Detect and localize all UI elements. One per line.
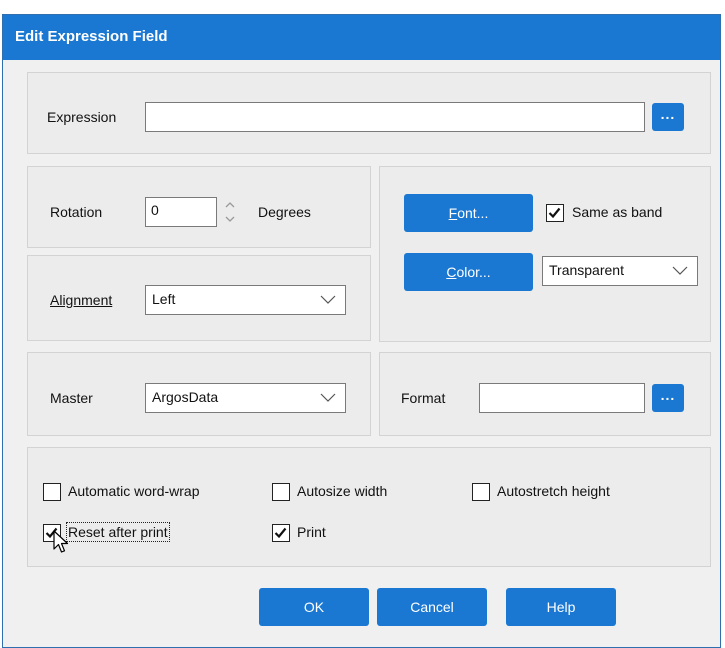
autostretch-height-label[interactable]: Autostretch height (497, 483, 610, 499)
print-checkbox[interactable] (272, 524, 290, 542)
automatic-word-wrap-checkbox[interactable] (43, 483, 61, 501)
chevron-down-icon (320, 393, 336, 402)
font-color-group: Font... Same as band Color... Transparen… (379, 166, 711, 342)
font-button-label: Font... (448, 205, 489, 221)
color-select[interactable]: Transparent (542, 256, 698, 286)
ok-button-label: OK (303, 599, 325, 615)
rotation-label: Rotation (50, 204, 103, 220)
alignment-label-text: Alignment (50, 292, 113, 308)
cancel-button[interactable]: Cancel (377, 588, 487, 626)
master-select-value: ArgosData (152, 389, 219, 405)
color-select-value: Transparent (549, 262, 624, 278)
chevron-down-icon (672, 266, 688, 275)
alignment-select-value: Left (152, 291, 176, 307)
alignment-group: Alignment Left (27, 255, 371, 341)
same-as-band-checkbox[interactable] (546, 204, 564, 222)
font-button[interactable]: Font... (404, 194, 533, 232)
spin-up-icon[interactable] (224, 200, 236, 210)
autosize-width-label[interactable]: Autosize width (297, 483, 387, 499)
automatic-word-wrap-label[interactable]: Automatic word-wrap (68, 483, 200, 499)
checkmark-icon (548, 207, 561, 219)
format-group: Format ... (379, 352, 711, 436)
expression-label: Expression (47, 109, 117, 125)
rotation-input[interactable]: 0 (145, 197, 217, 227)
autosize-width-checkbox[interactable] (272, 483, 290, 501)
master-select[interactable]: ArgosData (145, 383, 346, 413)
format-input[interactable] (479, 383, 645, 413)
same-as-band-label[interactable]: Same as band (572, 204, 662, 220)
format-label: Format (401, 390, 446, 406)
ok-button[interactable]: OK (259, 588, 369, 626)
edit-expression-field-dialog: Edit Expression Field Expression ... Rot… (2, 14, 721, 648)
degrees-label: Degrees (258, 204, 311, 220)
cancel-button-label: Cancel (410, 599, 454, 615)
rotation-spinner[interactable] (223, 197, 237, 227)
alignment-select[interactable]: Left (145, 285, 346, 315)
help-button-label: Help (546, 599, 576, 615)
expression-browse-button[interactable]: ... (652, 103, 684, 131)
autostretch-height-checkbox[interactable] (472, 483, 490, 501)
rotation-group: Rotation 0 Degrees (27, 166, 371, 248)
mouse-cursor-icon (53, 530, 69, 553)
print-label[interactable]: Print (297, 524, 326, 540)
master-label: Master (50, 390, 93, 406)
title-bar[interactable]: Edit Expression Field (3, 15, 720, 60)
expression-group: Expression ... (27, 72, 711, 154)
spin-down-icon[interactable] (224, 214, 236, 224)
expression-input[interactable] (145, 102, 645, 132)
master-group: Master ArgosData (27, 352, 371, 436)
checkmark-icon (274, 527, 287, 539)
format-browse-button[interactable]: ... (652, 384, 684, 412)
alignment-label: Alignment (50, 292, 112, 308)
chevron-down-icon (320, 295, 336, 304)
help-button[interactable]: Help (506, 588, 616, 626)
color-button[interactable]: Color... (404, 253, 533, 291)
reset-after-print-label[interactable]: Reset after print (66, 522, 170, 542)
dialog-title: Edit Expression Field (15, 28, 168, 45)
options-group: Automatic word-wrap Autosize width Autos… (27, 447, 711, 567)
color-button-label: Color... (446, 264, 491, 280)
